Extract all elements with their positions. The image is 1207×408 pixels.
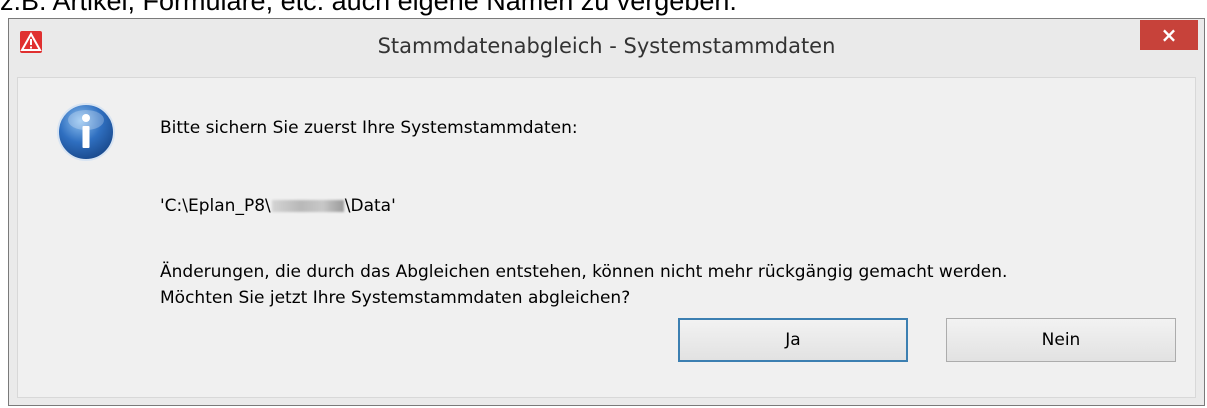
message-line-1: Bitte sichern Sie zuerst Ihre Systemstam… xyxy=(160,118,578,138)
dialog-window: Stammdatenabgleich - Systemstammdaten × xyxy=(8,18,1205,406)
message-line-4: Möchten Sie jetzt Ihre Systemstammdaten … xyxy=(160,288,631,308)
close-icon: × xyxy=(1160,23,1178,47)
info-icon xyxy=(56,102,116,162)
dialog-content: Bitte sichern Sie zuerst Ihre Systemstam… xyxy=(17,77,1196,398)
redacted-segment xyxy=(271,200,344,212)
message-line-3: Änderungen, die durch das Abgleichen ent… xyxy=(160,262,1008,282)
close-button[interactable]: × xyxy=(1140,20,1198,50)
document-text: z.B. Artikel, Formulare, etc. auch eigen… xyxy=(0,0,737,16)
title-bar: Stammdatenabgleich - Systemstammdaten × xyxy=(9,19,1204,77)
yes-button[interactable]: Ja xyxy=(678,318,908,362)
path-prefix: 'C:\Eplan_P8\ xyxy=(160,196,271,216)
dialog-title: Stammdatenabgleich - Systemstammdaten xyxy=(377,34,836,58)
data-path: 'C:\Eplan_P8\ \Data' xyxy=(160,196,396,216)
path-suffix: \Data' xyxy=(344,196,396,216)
no-button[interactable]: Nein xyxy=(946,318,1176,362)
